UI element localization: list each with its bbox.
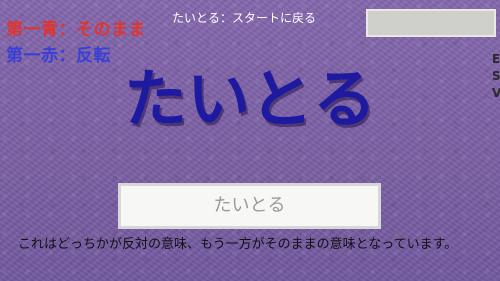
rule-blue-label: 第一赤：反転 [6,46,111,66]
top-right-box [366,9,496,37]
answer-input[interactable]: たいとる [118,183,381,229]
edge-letter: E [492,52,500,66]
title-hint-text: たいとる：スタートに戻る [172,11,317,25]
description-text: これはどっちかが反対の意味、もう一方がそのままの意味となっています。 [18,237,458,252]
rule-red-label: 第一青：そのまま [6,20,146,40]
prompt-word: たいとる [124,63,376,136]
